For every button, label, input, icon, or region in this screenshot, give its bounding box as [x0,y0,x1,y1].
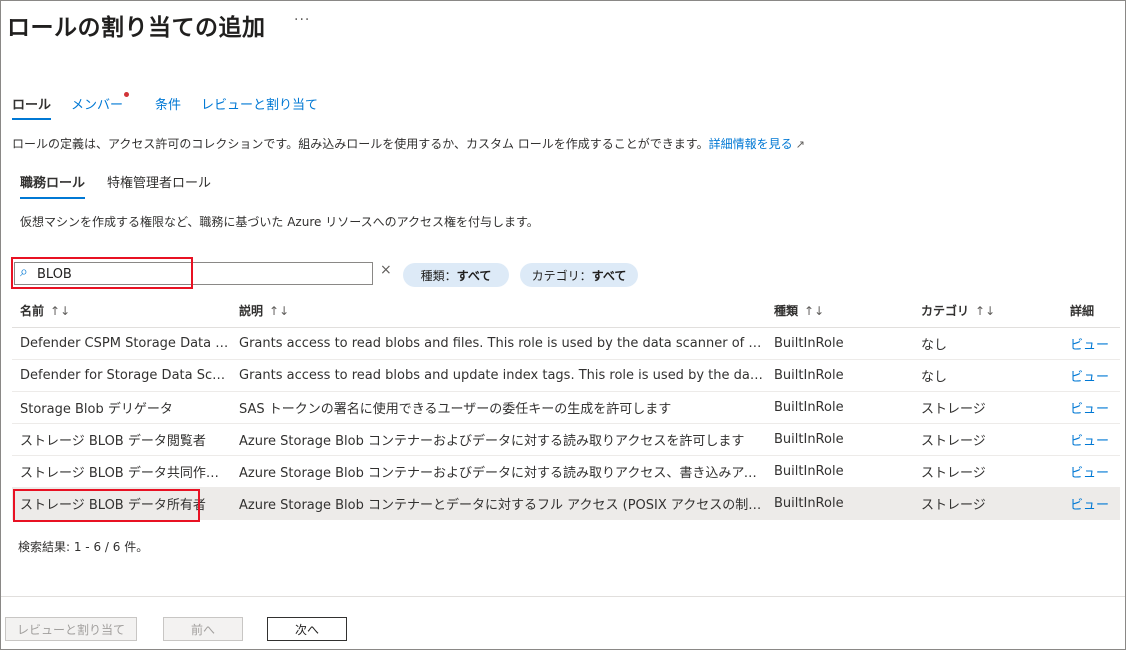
role-name[interactable]: ストレージ BLOB データ閲覧者 [12,423,231,456]
role-category: ストレージ [913,423,1062,456]
view-details-link[interactable]: ビュー [1062,455,1120,488]
role-type: BuiltInRole [766,391,913,424]
column-type-label: 種類 [774,304,799,319]
role-description-text: ロールの定義は、アクセス許可のコレクションです。組み込みロールを使用するか、カス… [12,137,709,151]
tab-members-label: メンバー [71,98,124,113]
role-category: なし [913,327,1062,360]
column-name-label: 名前 [20,304,45,319]
column-header-details: 詳細 [1062,295,1120,328]
role-category: ストレージ [913,487,1062,520]
role-type: BuiltInRole [766,423,913,456]
external-link-icon: ↗ [795,138,805,151]
filter-type-value: すべて [456,268,492,283]
role-category: ストレージ [913,391,1062,424]
learn-more-link[interactable]: 詳細情報を見る [709,137,793,151]
role-name[interactable]: ストレージ BLOB データ所有者 [12,487,231,520]
footer-divider [1,596,1125,597]
tab-job-function-roles[interactable]: 職務ロール [20,172,86,199]
role-type: BuiltInRole [766,455,913,488]
filter-category-label: カテゴリ： [531,268,592,283]
search-results-count: 検索結果: 1 - 6 / 6 件。 [18,540,149,554]
filter-type-pill[interactable]: 種類： すべて [403,263,509,287]
notification-dot-icon [124,92,130,97]
tab-review-assign[interactable]: レビューと割り当て [201,94,318,120]
filter-type-label: 種類： [420,268,457,283]
table-row[interactable]: Storage Blob デリゲータ SAS トークンの署名に使用できるユーザー… [12,391,1120,424]
role-name[interactable]: Defender CSPM Storage Data … [12,327,231,360]
role-type: BuiltInRole [766,487,913,520]
roles-table: 名前 ↑↓ 説明 ↑↓ 種類 ↑↓ カテゴリ ↑↓ 詳細 Defender CSPM S… [12,295,1120,520]
view-details-link[interactable]: ビュー [1062,487,1120,520]
sort-icon[interactable]: ↑↓ [50,304,70,318]
sort-icon[interactable]: ↑↓ [804,304,824,318]
role-description-cell: Grants access to read blobs and update i… [231,359,766,392]
view-details-link[interactable]: ビュー [1062,423,1120,456]
column-header-category[interactable]: カテゴリ ↑↓ [913,295,1062,328]
table-row[interactable]: Defender for Storage Data Sca… Grants ac… [12,359,1120,392]
tab-role[interactable]: ロール [12,94,52,120]
job-roles-description: 仮想マシンを作成する権限など、職務に基づいた Azure リソースへのアクセス権… [20,215,539,229]
next-button[interactable]: 次へ [267,617,347,641]
previous-button[interactable]: 前へ [163,617,243,641]
table-header-row: 名前 ↑↓ 説明 ↑↓ 種類 ↑↓ カテゴリ ↑↓ 詳細 [12,295,1120,328]
view-details-link[interactable]: ビュー [1062,327,1120,360]
tab-privileged-admin-roles[interactable]: 特権管理者ロール [107,172,211,199]
search-input[interactable] [37,265,357,283]
view-details-link[interactable]: ビュー [1062,359,1120,392]
table-row[interactable]: ストレージ BLOB データ閲覧者 Azure Storage Blob コンテ… [12,423,1120,456]
column-header-name[interactable]: 名前 ↑↓ [12,295,231,328]
sort-icon[interactable]: ↑↓ [269,304,289,318]
role-category: なし [913,359,1062,392]
column-header-description[interactable]: 説明 ↑↓ [231,295,766,328]
role-description: ロールの定義は、アクセス許可のコレクションです。組み込みロールを使用するか、カス… [12,135,805,152]
tab-members[interactable]: メンバー [71,92,130,120]
search-box[interactable]: ⌕ [14,262,373,285]
more-options-icon[interactable]: ··· [294,12,310,28]
clear-search-icon[interactable]: × [380,262,392,278]
view-details-link[interactable]: ビュー [1062,391,1120,424]
role-description-cell: Azure Storage Blob コンテナーおよびデータに対する読み取りアク… [231,423,766,456]
role-name[interactable]: ストレージ BLOB データ共同作成者 [12,455,231,488]
role-description-cell: SAS トークンの署名に使用できるユーザーの委任キーの生成を許可します [231,391,766,424]
role-name[interactable]: Defender for Storage Data Sca… [12,359,231,392]
role-type: BuiltInRole [766,359,913,392]
filter-category-value: すべて [591,268,627,283]
column-description-label: 説明 [239,304,264,319]
table-row[interactable]: Defender CSPM Storage Data … Grants acce… [12,327,1120,360]
filter-category-pill[interactable]: カテゴリ： すべて [520,263,638,287]
table-row[interactable]: ストレージ BLOB データ共同作成者 Azure Storage Blob コ… [12,455,1120,488]
role-type: BuiltInRole [766,327,913,360]
main-tabs: ロール メンバー 条件 レビューと割り当て [12,92,342,120]
table-row-selected[interactable]: ストレージ BLOB データ所有者 Azure Storage Blob コンテ… [12,487,1120,520]
review-assign-button[interactable]: レビューと割り当て [5,617,137,641]
role-type-tabs: 職務ロール 特権管理者ロール [20,172,233,199]
sort-icon[interactable]: ↑↓ [975,304,995,318]
role-name[interactable]: Storage Blob デリゲータ [12,391,231,424]
role-description-cell: Azure Storage Blob コンテナーおよびデータに対する読み取りアク… [231,455,766,488]
column-category-label: カテゴリ [921,304,970,319]
role-category: ストレージ [913,455,1062,488]
role-description-cell: Grants access to read blobs and files. T… [231,327,766,360]
page-title: ロールの割り当ての追加 [7,15,266,41]
tab-conditions[interactable]: 条件 [155,94,181,120]
search-icon: ⌕ [20,264,28,280]
role-description-cell: Azure Storage Blob コンテナーとデータに対するフル アクセス … [231,487,766,520]
column-header-type[interactable]: 種類 ↑↓ [766,295,913,328]
